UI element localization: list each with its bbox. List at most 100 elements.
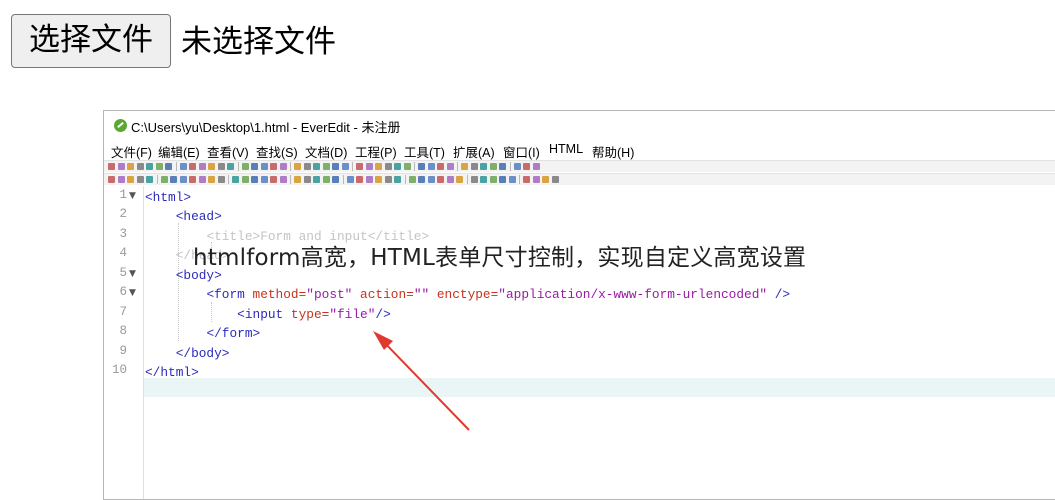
toolbar-button-icon[interactable]: [241, 176, 249, 183]
toolbar-button-icon[interactable]: [356, 163, 363, 170]
toolbar-button-icon[interactable]: [208, 163, 215, 170]
toolbar-button-icon[interactable]: [198, 163, 206, 170]
toolbar-button-icon[interactable]: [446, 163, 454, 170]
toolbar-button-icon[interactable]: [294, 163, 301, 170]
toolbar-button-icon[interactable]: [313, 163, 320, 170]
toolbar-button-icon[interactable]: [523, 163, 530, 170]
toolbar-button-icon[interactable]: [403, 163, 411, 170]
toolbar-button-icon[interactable]: [499, 163, 506, 170]
toolbar-button-icon[interactable]: [489, 176, 497, 183]
toolbar-button-icon[interactable]: [480, 176, 487, 183]
toolbar-button-icon[interactable]: [523, 176, 530, 183]
toolbar-button-icon[interactable]: [456, 176, 463, 183]
toolbar-button-icon[interactable]: [146, 176, 153, 183]
toolbar-button-icon[interactable]: [303, 163, 311, 170]
menu-find[interactable]: 查找(S): [256, 142, 298, 161]
toolbar-button-icon[interactable]: [384, 176, 392, 183]
toolbar-button-icon[interactable]: [365, 176, 373, 183]
toolbar-button-icon[interactable]: [322, 176, 330, 183]
toolbar-button-icon[interactable]: [394, 163, 401, 170]
toolbar-button-icon[interactable]: [375, 176, 382, 183]
toolbar-button-icon[interactable]: [418, 176, 425, 183]
toolbar-button-icon[interactable]: [251, 176, 258, 183]
toolbar-button-icon[interactable]: [346, 176, 354, 183]
toolbar-button-icon[interactable]: [117, 176, 125, 183]
menu-document[interactable]: 文档(D): [305, 142, 347, 161]
toolbar-button-icon[interactable]: [480, 163, 487, 170]
toolbar-button-icon[interactable]: [294, 176, 301, 183]
toolbar-button-icon[interactable]: [208, 176, 215, 183]
toolbar-button-icon[interactable]: [117, 163, 125, 170]
toolbar-button-icon[interactable]: [127, 176, 134, 183]
toolbar-button-icon[interactable]: [217, 176, 225, 183]
toolbar-button-icon[interactable]: [260, 163, 268, 170]
toolbar-button-icon[interactable]: [437, 163, 444, 170]
toolbar-button-icon[interactable]: [165, 163, 172, 170]
toolbar-button-icon[interactable]: [532, 163, 540, 170]
toolbar-button-icon[interactable]: [461, 163, 468, 170]
toolbar-button-icon[interactable]: [179, 176, 187, 183]
fold-arrow-icon[interactable]: ▼: [129, 191, 136, 201]
toolbar-button-icon[interactable]: [155, 163, 163, 170]
toolbar-button-icon[interactable]: [170, 176, 177, 183]
toolbar-button-icon[interactable]: [437, 176, 444, 183]
toolbar-button-icon[interactable]: [532, 176, 540, 183]
toolbar-button-icon[interactable]: [279, 176, 287, 183]
toolbar-button-icon[interactable]: [356, 176, 363, 183]
toolbar-button-icon[interactable]: [313, 176, 320, 183]
menu-file[interactable]: 文件(F): [111, 142, 152, 161]
fold-arrow-icon[interactable]: ▼: [129, 269, 136, 279]
toolbar-button-icon[interactable]: [108, 176, 115, 183]
toolbar-button-icon[interactable]: [217, 163, 225, 170]
toolbar-button-icon[interactable]: [189, 176, 196, 183]
toolbar-button-icon[interactable]: [332, 176, 339, 183]
menu-project[interactable]: 工程(P): [355, 142, 397, 161]
toolbar-button-icon[interactable]: [232, 176, 239, 183]
toolbar-button-icon[interactable]: [470, 163, 478, 170]
toolbar-button-icon[interactable]: [303, 176, 311, 183]
toolbar-button-icon[interactable]: [418, 163, 425, 170]
toolbar-button-icon[interactable]: [551, 176, 559, 183]
toolbar-button-icon[interactable]: [508, 176, 516, 183]
toolbar-button-icon[interactable]: [189, 163, 196, 170]
toolbar-button-icon[interactable]: [136, 163, 144, 170]
menu-extensions[interactable]: 扩展(A): [453, 142, 495, 161]
toolbar-button-icon[interactable]: [251, 163, 258, 170]
toolbar-button-icon[interactable]: [427, 163, 435, 170]
toolbar-button-icon[interactable]: [227, 163, 234, 170]
menu-help[interactable]: 帮助(H): [592, 142, 634, 161]
toolbar-button-icon[interactable]: [241, 163, 249, 170]
toolbar-button-icon[interactable]: [270, 176, 277, 183]
toolbar-button-icon[interactable]: [179, 163, 187, 170]
toolbar-button-icon[interactable]: [160, 176, 168, 183]
toolbar-button-icon[interactable]: [489, 163, 497, 170]
code-editor[interactable]: 1 ▼ 2 3 4 5 ▼ 6 ▼ 7 8 9 10 <html> <head>…: [104, 186, 1055, 499]
menu-edit[interactable]: 编辑(E): [158, 142, 200, 161]
menu-view[interactable]: 查看(V): [207, 142, 249, 161]
toolbar-button-icon[interactable]: [375, 163, 382, 170]
toolbar-button-icon[interactable]: [146, 163, 153, 170]
toolbar-button-icon[interactable]: [341, 163, 349, 170]
toolbar-button-icon[interactable]: [542, 176, 549, 183]
toolbar-button-icon[interactable]: [446, 176, 454, 183]
toolbar-button-icon[interactable]: [365, 163, 373, 170]
toolbar-button-icon[interactable]: [470, 176, 478, 183]
toolbar-button-icon[interactable]: [384, 163, 392, 170]
toolbar-button-icon[interactable]: [270, 163, 277, 170]
choose-file-button[interactable]: 选择文件: [11, 14, 171, 68]
menu-tools[interactable]: 工具(T): [404, 142, 445, 161]
toolbar-button-icon[interactable]: [394, 176, 401, 183]
toolbar-button-icon[interactable]: [279, 163, 287, 170]
toolbar-button-icon[interactable]: [136, 176, 144, 183]
toolbar-button-icon[interactable]: [513, 163, 521, 170]
menu-window[interactable]: 窗口(I): [503, 142, 540, 161]
toolbar-button-icon[interactable]: [198, 176, 206, 183]
toolbar-button-icon[interactable]: [332, 163, 339, 170]
toolbar-button-icon[interactable]: [408, 176, 416, 183]
toolbar-button-icon[interactable]: [108, 163, 115, 170]
menu-html[interactable]: HTML: [549, 142, 583, 156]
toolbar-button-icon[interactable]: [427, 176, 435, 183]
toolbar-button-icon[interactable]: [260, 176, 268, 183]
fold-arrow-icon[interactable]: ▼: [129, 288, 136, 298]
toolbar-button-icon[interactable]: [499, 176, 506, 183]
